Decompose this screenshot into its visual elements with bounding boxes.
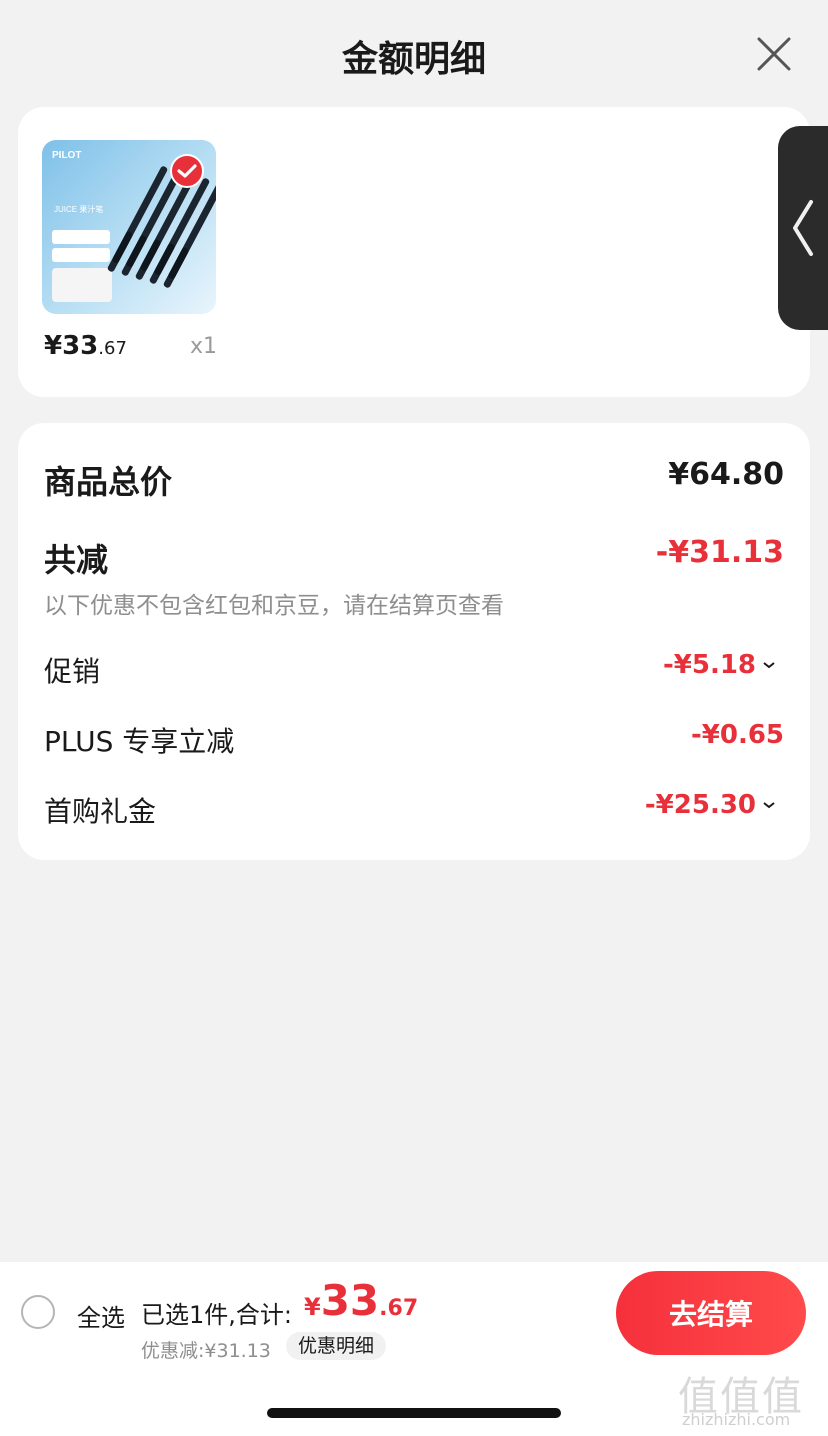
checkout-button[interactable]: 去结算 (616, 1271, 806, 1355)
close-button[interactable] (752, 32, 796, 76)
product-image[interactable]: PILOT JUICE 果汁笔 (42, 140, 216, 314)
discount-row-first-purchase[interactable]: 首购礼金 -¥25.30 (44, 790, 784, 830)
product-image-subtitle: JUICE 果汁笔 (54, 205, 104, 214)
total-row: 商品总价 ¥64.80 (44, 457, 784, 503)
image-panel (52, 268, 112, 302)
chevron-down-icon[interactable] (762, 659, 776, 671)
total-value: ¥64.80 (668, 457, 784, 492)
item-quantity: x1 (190, 334, 218, 359)
reduce-row: 共减 -¥31.13 (44, 535, 784, 581)
item-price: ¥33.67 (44, 331, 127, 361)
check-icon (177, 164, 197, 178)
discount-label: PLUS 专享立减 (44, 725, 235, 758)
reduce-label: 共减 (44, 541, 109, 579)
discount-summary: 优惠减:¥31.13 (141, 1340, 271, 1362)
discount-value: -¥25.30 (644, 790, 756, 820)
select-all-radio[interactable] (21, 1295, 55, 1329)
select-all-label[interactable]: 全选 (77, 1298, 125, 1333)
total-currency: ¥ (304, 1293, 321, 1321)
price-detail-sheet: 金额明细 PILOT JUICE 果汁笔 ¥33.67 x1 商品总价 ¥64.… (0, 0, 828, 1262)
discount-label: 促销 (44, 655, 101, 688)
total-integer: 33 (320, 1276, 380, 1325)
discount-note-text: 以下优惠不包含红包和京豆，请在结算页查看 (44, 593, 504, 619)
total-decimal: .67 (379, 1296, 419, 1321)
discount-label: 首购礼金 (44, 795, 157, 828)
discount-row-plus: PLUS 专享立减 -¥0.65 (44, 720, 784, 760)
item-price-main: ¥33 (44, 331, 99, 361)
image-tag (52, 248, 110, 262)
selected-check-badge[interactable] (170, 154, 204, 188)
reduce-value: -¥31.13 (655, 535, 784, 570)
page-title: 金额明细 (341, 39, 486, 80)
home-area: 值值值 zhizhizhi.com (0, 1362, 828, 1436)
close-icon (757, 37, 791, 71)
chevron-left-icon (793, 200, 813, 256)
side-drawer-handle[interactable] (778, 126, 828, 330)
watermark: 值值值 zhizhizhi.com (678, 1370, 828, 1430)
discount-detail-button[interactable]: 优惠明细 (286, 1332, 387, 1360)
product-card: PILOT JUICE 果汁笔 ¥33.67 x1 (18, 107, 810, 397)
product-brand: PILOT (52, 150, 82, 161)
total-label: 商品总价 (44, 463, 173, 501)
image-tag (52, 230, 110, 244)
discount-row-promo[interactable]: 促销 -¥5.18 (44, 650, 784, 690)
home-indicator[interactable] (267, 1408, 561, 1418)
item-price-decimal: .67 (98, 338, 127, 359)
pen-graphic (162, 181, 216, 289)
total-amount: ¥33.67 (304, 1276, 418, 1325)
discount-note: 以下优惠不包含红包和京豆，请在结算页查看 (44, 586, 784, 620)
selected-summary: 已选1件,合计: (141, 1301, 292, 1329)
chevron-down-icon[interactable] (762, 799, 776, 811)
watermark-url: zhizhizhi.com (682, 1410, 791, 1429)
discount-value: -¥5.18 (662, 650, 756, 680)
bottom-bar: 全选 已选1件,合计: ¥33.67 优惠减:¥31.13 优惠明细 去结算 (0, 1262, 828, 1362)
summary-card: 商品总价 ¥64.80 共减 -¥31.13 以下优惠不包含红包和京豆，请在结算… (18, 423, 810, 860)
discount-value: -¥0.65 (690, 720, 784, 750)
